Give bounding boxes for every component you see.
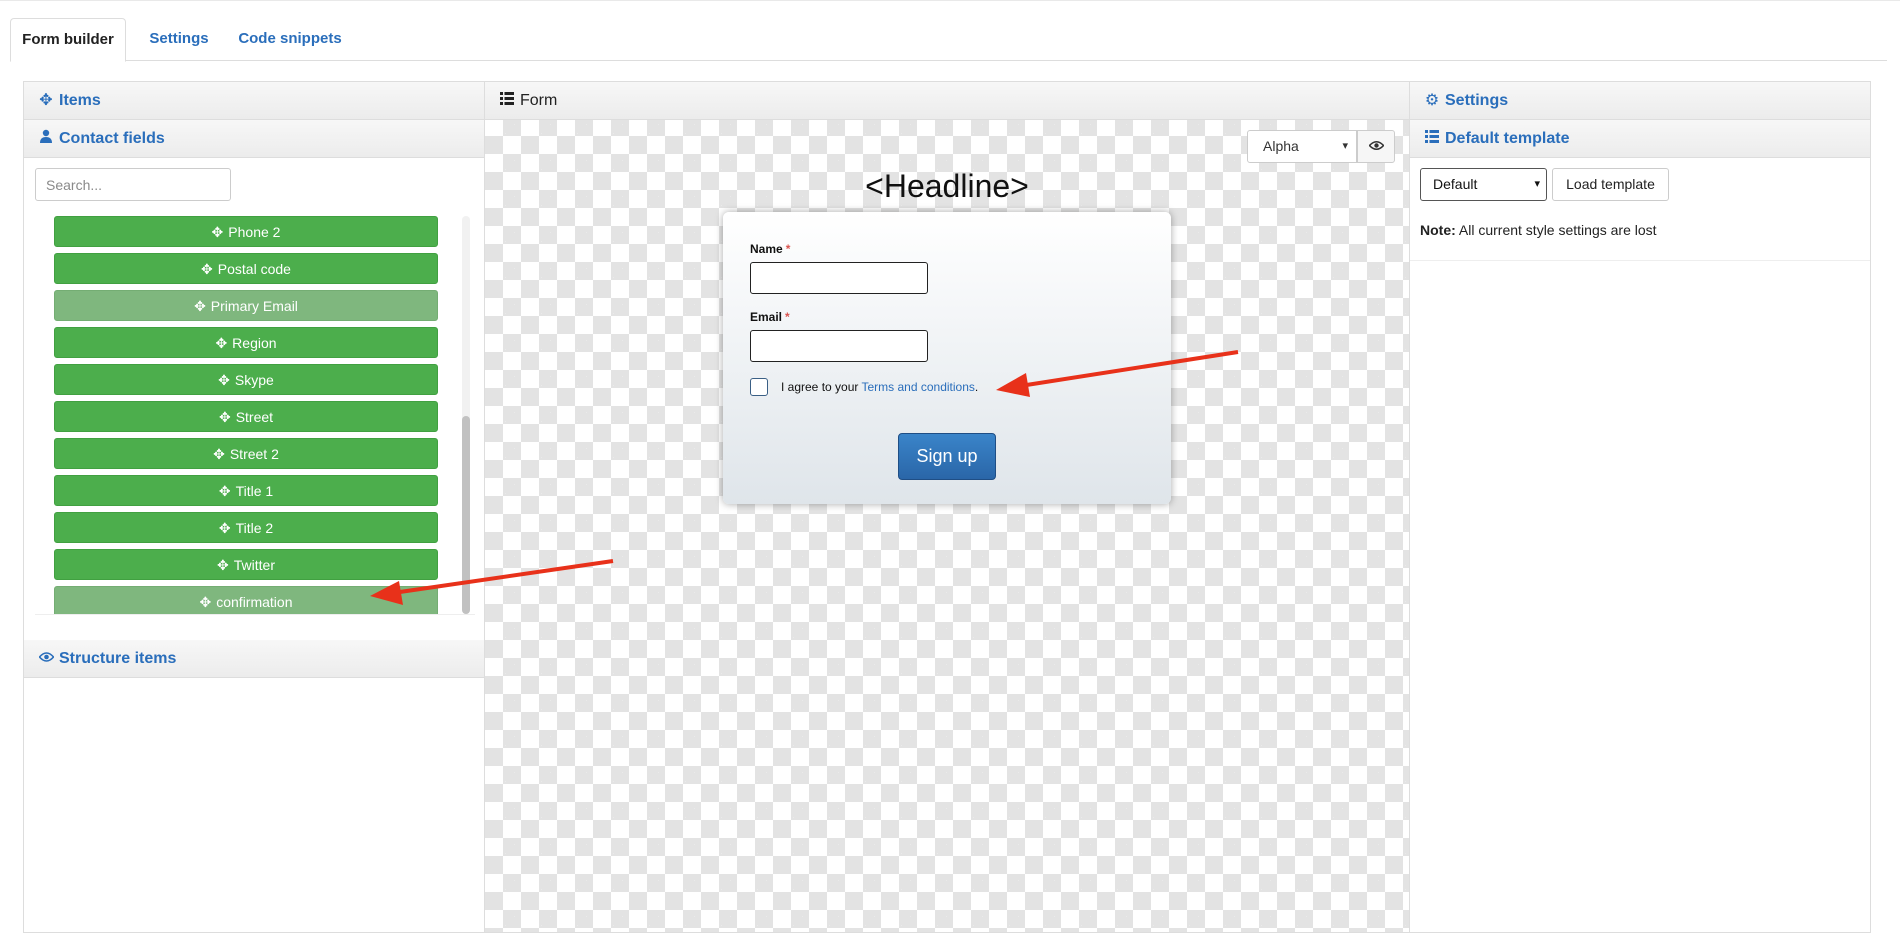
name-field[interactable] <box>750 262 928 294</box>
contact-field-label: Skype <box>234 372 274 388</box>
default-template-header[interactable]: Default template <box>1410 120 1870 158</box>
structure-items-title: Structure items <box>59 650 177 667</box>
move-icon: ✥ <box>39 92 53 109</box>
default-template-title: Default template <box>1445 130 1570 147</box>
list-icon <box>1424 120 1440 157</box>
preview-toggle-button[interactable] <box>1357 130 1395 163</box>
contact-field-label: Street 2 <box>229 446 279 462</box>
move-icon: ✥ <box>201 261 213 277</box>
contact-field-item[interactable]: ✥ Title 2 <box>54 512 438 543</box>
form-card: Name * Email * I agree to your Terms and c… <box>723 212 1171 504</box>
alpha-select-value: Alpha <box>1263 138 1299 154</box>
contact-field-label: Title 1 <box>235 483 274 499</box>
contact-field-item[interactable]: ✥ Twitter <box>54 549 438 580</box>
divider <box>35 614 475 615</box>
contact-field-label: Title 2 <box>235 520 274 536</box>
form-preview-panel: Form Alpha ▾ <Headline> Name * Email * I a… <box>484 81 1410 933</box>
divider <box>1410 260 1870 261</box>
top-border <box>0 0 1900 1</box>
contact-fields-title: Contact fields <box>59 130 165 147</box>
signup-button[interactable]: Sign up <box>898 433 996 480</box>
user-icon <box>38 120 54 157</box>
gear-icon: ⚙ <box>1424 92 1440 109</box>
name-label: Name * <box>750 242 791 256</box>
search-input[interactable] <box>35 168 231 201</box>
template-note: Note: All current style settings are los… <box>1420 222 1657 238</box>
scrollbar-thumb[interactable] <box>462 416 470 614</box>
form-headline[interactable]: <Headline> <box>485 168 1409 205</box>
contact-field-item[interactable]: ✥ Primary Email <box>54 290 438 321</box>
contact-field-label: Twitter <box>233 557 275 573</box>
terms-checkbox[interactable] <box>750 378 768 396</box>
move-icon: ✥ <box>218 483 231 499</box>
move-icon: ✥ <box>217 557 229 573</box>
form-title: Form <box>520 92 558 109</box>
contact-field-item[interactable]: ✥ Title 1 <box>54 475 438 506</box>
chevron-down-icon: ▾ <box>1342 140 1348 152</box>
load-template-button[interactable]: Load template <box>1552 168 1669 201</box>
contact-field-label: confirmation <box>216 594 293 610</box>
items-title: Items <box>59 92 101 109</box>
move-icon: ✥ <box>213 446 225 462</box>
contact-field-item[interactable]: ✥ Phone 2 <box>54 216 438 247</box>
eye-icon <box>1367 141 1385 150</box>
email-field[interactable] <box>750 330 928 362</box>
list-icon <box>499 82 515 119</box>
contact-field-label: Region <box>232 335 277 351</box>
contact-field-label: Phone 2 <box>228 224 281 240</box>
move-icon: ✥ <box>199 594 212 610</box>
items-panel: ✥Items Contact fields ✥Phone 2✥Postal co… <box>23 81 485 933</box>
contact-field-item[interactable]: ✥ Region <box>54 327 438 358</box>
terms-text: I agree to your Terms and conditions. <box>781 380 979 394</box>
move-icon: ✥ <box>218 409 231 425</box>
terms-link[interactable]: Terms and conditions <box>862 380 975 394</box>
items-header: ✥ Items <box>24 82 484 120</box>
alpha-select[interactable]: Alpha ▾ <box>1247 130 1357 163</box>
settings-panel: ⚙ Settings Default template Default ▾ Loa… <box>1409 81 1871 933</box>
contact-field-list: ✥ Phone 2 ✥ Postal code ✥ Primary Email ✥ Regio… <box>24 216 474 614</box>
tab-code-snippets[interactable]: Code snippets <box>228 18 352 60</box>
contact-field-item[interactable]: ✥ confirmation <box>54 586 438 614</box>
chevron-down-icon: ▾ <box>1534 178 1540 190</box>
email-label: Email * <box>750 310 790 324</box>
contact-field-item[interactable]: ✥ Street 2 <box>54 438 438 469</box>
structure-items-header[interactable]: Structure items <box>24 640 484 678</box>
tab-bar: Form builder Settings Code snippets <box>10 18 1887 62</box>
contact-field-item[interactable]: ✥ Postal code <box>54 253 438 284</box>
move-icon: ✥ <box>218 520 231 536</box>
contact-field-label: Postal code <box>217 261 291 277</box>
settings-title: Settings <box>1445 92 1509 109</box>
settings-header: ⚙ Settings <box>1410 82 1870 120</box>
contact-field-item[interactable]: ✥ Skype <box>54 364 438 395</box>
template-select-value: Default <box>1433 176 1478 192</box>
tab-form-builder[interactable]: Form builder <box>10 18 126 62</box>
form-header: Form <box>485 82 1409 120</box>
tab-settings[interactable]: Settings <box>132 18 226 60</box>
move-icon: ✥ <box>218 372 230 388</box>
contact-field-item[interactable]: ✥ Street <box>54 401 438 432</box>
contact-field-label: Street <box>235 409 274 425</box>
move-icon: ✥ <box>215 335 228 351</box>
template-select[interactable]: Default ▾ <box>1420 168 1547 201</box>
contact-fields-header[interactable]: Contact fields <box>24 120 484 158</box>
eye-icon <box>37 640 55 677</box>
contact-field-label: Primary Email <box>210 298 298 314</box>
field-list-scrollbar[interactable] <box>462 216 470 614</box>
move-icon: ✥ <box>194 298 206 314</box>
move-icon: ✥ <box>211 224 224 240</box>
